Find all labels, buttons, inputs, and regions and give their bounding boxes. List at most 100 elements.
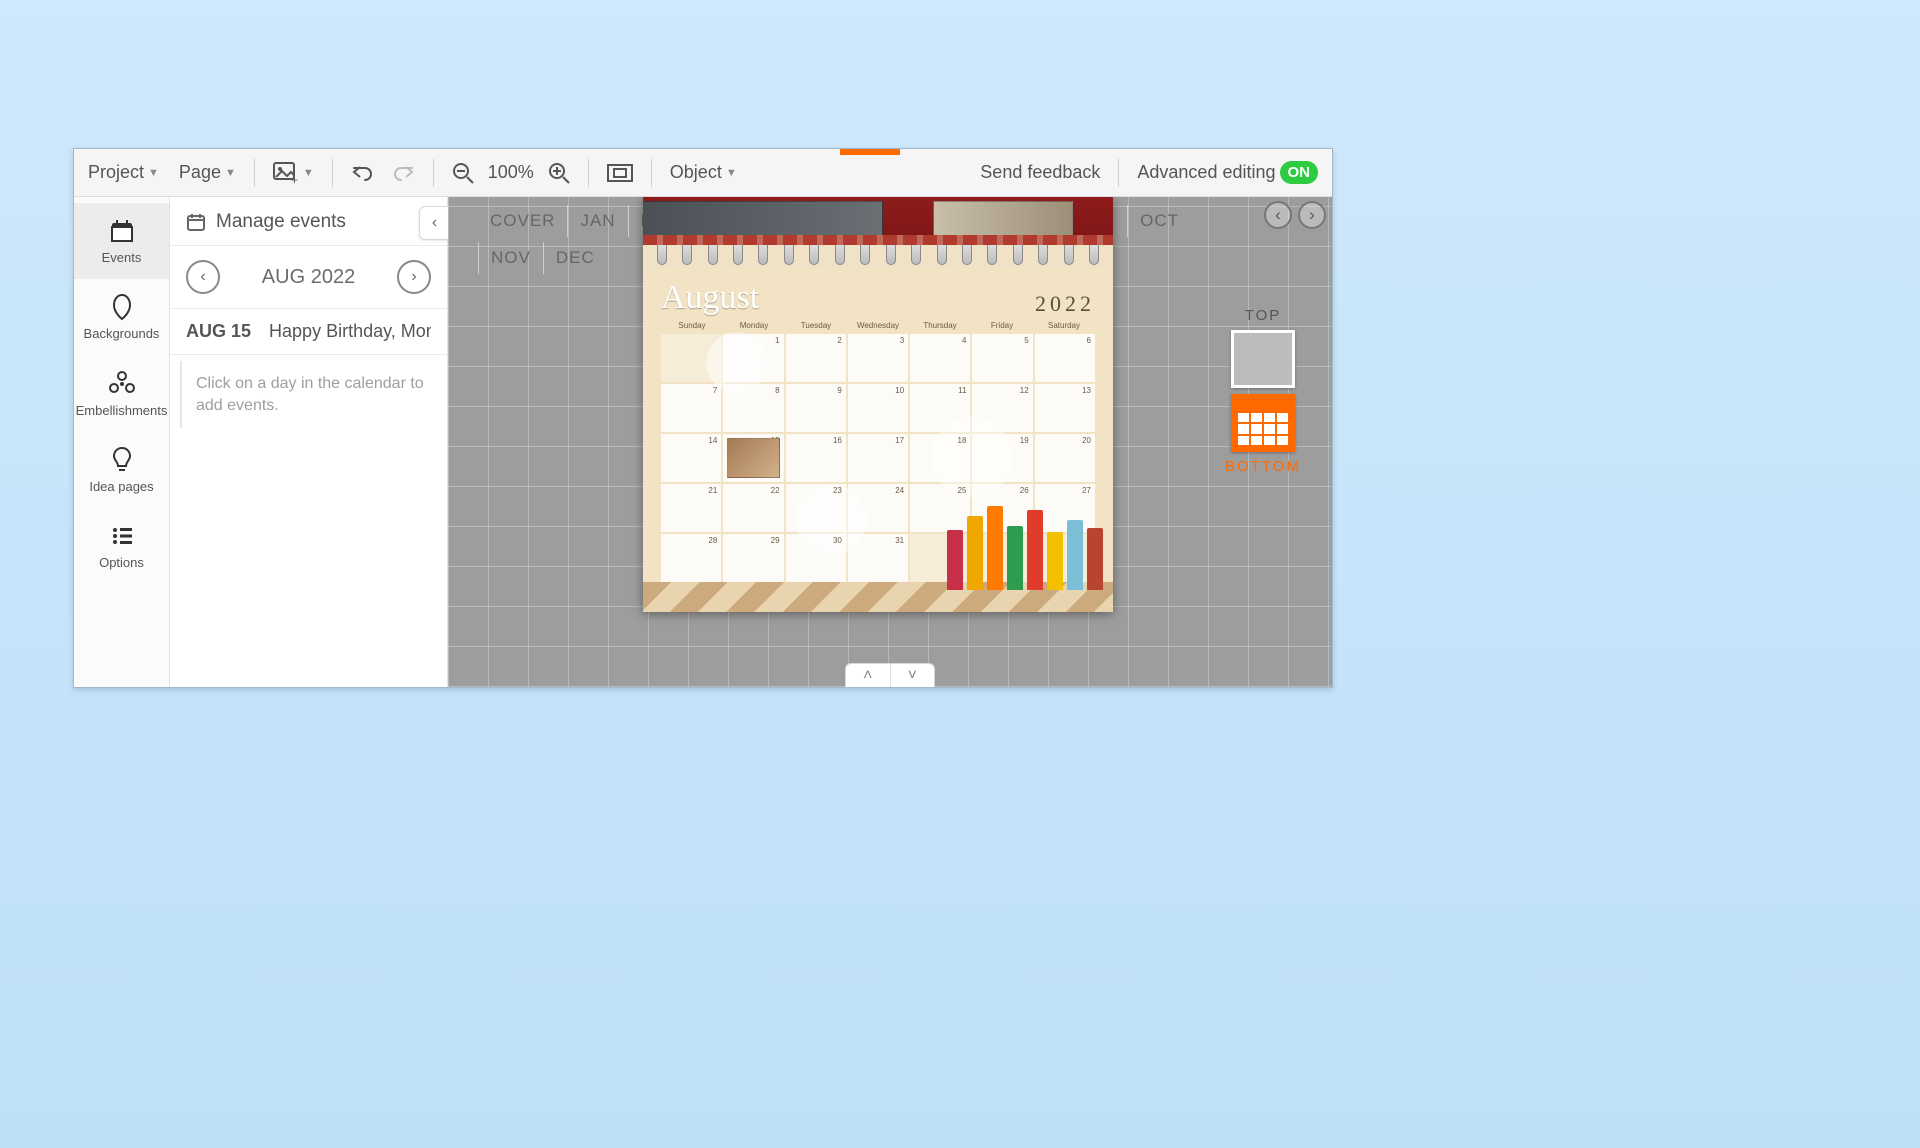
page-menu-label: Page	[179, 162, 221, 183]
binding-ring	[835, 245, 845, 265]
binding-ring	[1013, 245, 1023, 265]
calendar-cell[interactable]: 17	[848, 434, 908, 482]
collapse-panel-button[interactable]: ‹	[419, 206, 449, 240]
svg-text:+: +	[291, 173, 298, 184]
canvas[interactable]: COVERJANFEBMARAPRMAYJUNJULAUGSEPOCTNOVDE…	[448, 197, 1332, 687]
calendar-cell[interactable]: 7	[661, 384, 721, 432]
page-up-button[interactable]: ˄	[846, 664, 890, 687]
calendar-cell[interactable]: 3	[848, 334, 908, 382]
day-photo[interactable]	[727, 438, 779, 478]
calendar-cell[interactable]: 6	[1035, 334, 1095, 382]
month-tab-dec[interactable]: DEC	[543, 242, 607, 274]
calendar-cell[interactable]: 23	[786, 484, 846, 532]
vertical-pager: ˄ ˅	[845, 663, 935, 687]
rail-item-idea-pages[interactable]: Idea pages	[74, 432, 169, 508]
calendar-cell[interactable]: 22	[723, 484, 783, 532]
calendar-cell[interactable]: 19	[972, 434, 1032, 482]
book-shape	[967, 516, 983, 590]
month-tab-oct[interactable]: OCT	[1127, 205, 1191, 237]
page-menu[interactable]: Page ▼	[173, 158, 242, 187]
binding-ring	[682, 245, 692, 265]
calendar-cell[interactable]: 21	[661, 484, 721, 532]
calendar-page-preview[interactable]: August 2022 SundayMondayTuesdayWednesday…	[643, 197, 1113, 612]
thumb-top[interactable]	[1231, 330, 1295, 388]
dow-label: Sunday	[661, 321, 723, 330]
calendar-icon	[186, 212, 206, 232]
calendar-cell[interactable]: 20	[1035, 434, 1095, 482]
rail-item-embellishments[interactable]: Embellishments	[74, 356, 169, 432]
rail-item-backgrounds[interactable]: Backgrounds	[74, 279, 169, 355]
redo-button[interactable]	[387, 159, 421, 187]
send-feedback-link[interactable]: Send feedback	[974, 158, 1106, 187]
months-scroll-right[interactable]: ›	[1298, 201, 1326, 229]
dow-label: Monday	[723, 321, 785, 330]
month-tab-nov[interactable]: NOV	[478, 242, 543, 274]
calendar-body: August 2022 SundayMondayTuesdayWednesday…	[643, 269, 1113, 582]
rail-item-events[interactable]: Events	[74, 203, 169, 279]
calendar-cell[interactable]: 28	[661, 534, 721, 582]
add-image-menu[interactable]: + ▼	[267, 158, 320, 188]
prev-month-button[interactable]: ‹	[186, 260, 220, 294]
page-down-button[interactable]: ˅	[891, 664, 935, 687]
rail-item-options[interactable]: Options	[74, 508, 169, 584]
binding-ring	[733, 245, 743, 265]
day-number: 28	[708, 536, 717, 545]
calendar-cell[interactable]: 16	[786, 434, 846, 482]
calendar-cell[interactable]: 8	[723, 384, 783, 432]
day-number: 27	[1082, 486, 1091, 495]
fit-to-screen-button[interactable]	[601, 158, 639, 188]
calendar-cell[interactable]: 10	[848, 384, 908, 432]
manage-events-label[interactable]: Manage events	[216, 211, 346, 233]
redo-icon	[393, 163, 415, 183]
thumb-bottom[interactable]	[1231, 394, 1295, 452]
books-embellishment[interactable]	[947, 500, 1117, 590]
undo-button[interactable]	[345, 159, 379, 187]
toolbar-separator	[651, 159, 652, 187]
page-side-selector: TOP BOTTOM	[1218, 307, 1308, 475]
zoom-out-button[interactable]	[446, 158, 480, 188]
binding-ring	[937, 245, 947, 265]
calendar-cell[interactable]: 12	[972, 384, 1032, 432]
calendar-cell[interactable]: 13	[1035, 384, 1095, 432]
calendar-cell[interactable]: 31	[848, 534, 908, 582]
advanced-editing-label: Advanced editing	[1137, 162, 1275, 183]
calendar-cell[interactable]: 2	[786, 334, 846, 382]
spiral-binding	[643, 245, 1113, 269]
calendar-cell[interactable]: 5	[972, 334, 1032, 382]
zoom-in-button[interactable]	[542, 158, 576, 188]
calendar-cell[interactable]: 9	[786, 384, 846, 432]
next-month-button[interactable]: ›	[397, 260, 431, 294]
month-tab-jan[interactable]: JAN	[567, 205, 627, 237]
calendar-cell[interactable]: 24	[848, 484, 908, 532]
day-number: 29	[771, 536, 780, 545]
month-tab-cover[interactable]: COVER	[478, 205, 567, 237]
object-menu[interactable]: Object ▼	[664, 158, 743, 187]
dow-label: Tuesday	[785, 321, 847, 330]
calendar-cell[interactable]: 11	[910, 384, 970, 432]
day-number: 22	[771, 486, 780, 495]
calendar-cell[interactable]: 29	[723, 534, 783, 582]
calendar-cell[interactable]: 15	[723, 434, 783, 482]
toolbar-separator	[254, 159, 255, 187]
calendar-cell[interactable]: 18	[910, 434, 970, 482]
calendar-cell[interactable]: 1	[723, 334, 783, 382]
send-feedback-label: Send feedback	[980, 162, 1100, 183]
backgrounds-icon	[108, 293, 136, 321]
book-shape	[947, 530, 963, 590]
top-label: TOP	[1245, 307, 1282, 324]
events-month-label: AUG 2022	[262, 266, 355, 289]
advanced-editing-toggle[interactable]: Advanced editing ON	[1131, 157, 1324, 188]
dow-label: Saturday	[1033, 321, 1095, 330]
calendar-cell[interactable]: 30	[786, 534, 846, 582]
day-number: 30	[833, 536, 842, 545]
calendar-cell[interactable]: 14	[661, 434, 721, 482]
calendar-cell[interactable]: 4	[910, 334, 970, 382]
day-number: 7	[713, 386, 717, 395]
binding-ring	[784, 245, 794, 265]
caret-down-icon: ▼	[225, 167, 236, 179]
project-menu[interactable]: Project ▼	[82, 158, 165, 187]
day-number: 10	[895, 386, 904, 395]
months-scroll-left[interactable]: ‹	[1264, 201, 1292, 229]
event-row[interactable]: AUG 15 Happy Birthday, Mom	[170, 309, 447, 355]
book-shape	[1087, 528, 1103, 590]
